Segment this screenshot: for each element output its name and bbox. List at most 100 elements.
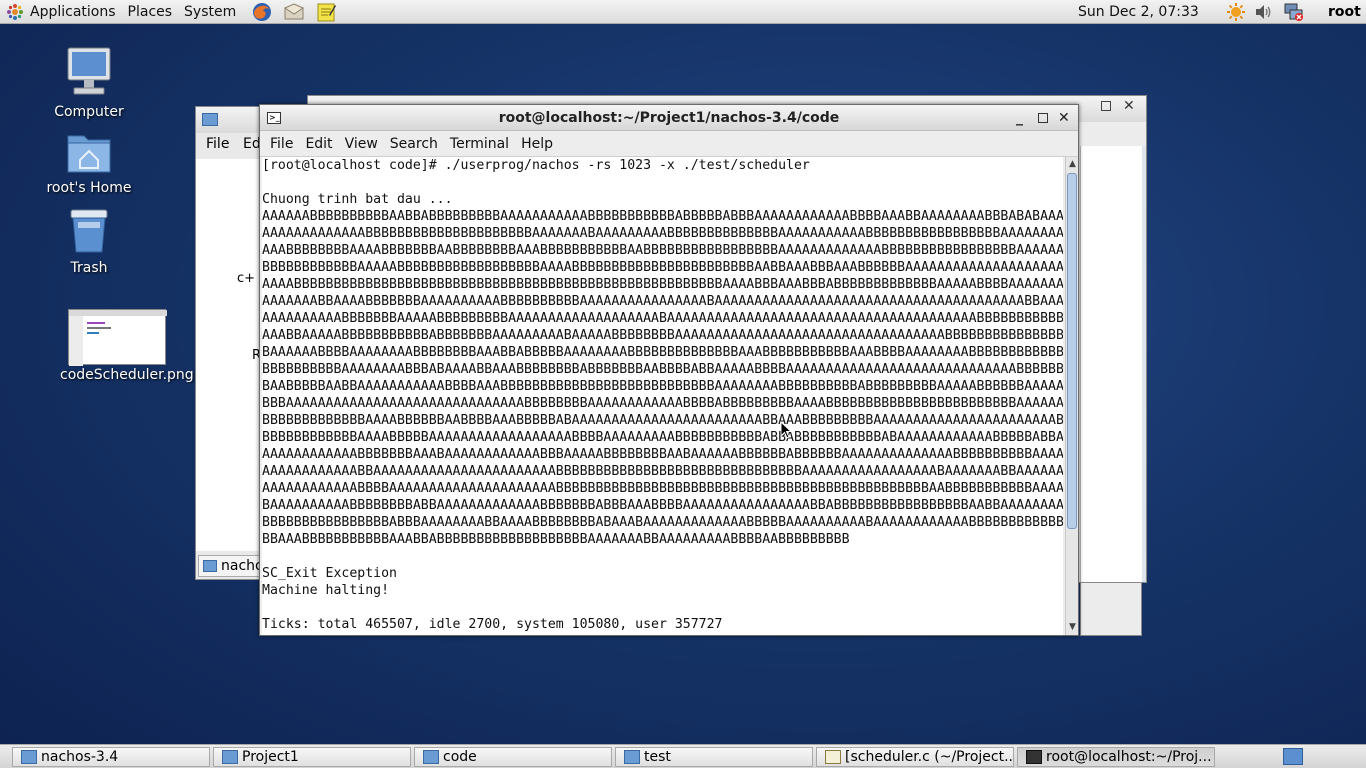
task-project1[interactable]: Project1 [213, 747, 411, 767]
file-manager-window[interactable]: File Ed c+ R nacho [195, 106, 264, 580]
menu-search[interactable]: Search [384, 136, 444, 152]
trash-icon [70, 209, 108, 253]
mail-launcher-icon[interactable] [282, 1, 306, 23]
notes-launcher-icon[interactable] [314, 1, 338, 23]
menu-file[interactable]: File [206, 136, 229, 152]
minimize-icon[interactable]: _ [1016, 105, 1023, 131]
firefox-launcher-icon[interactable] [250, 1, 274, 23]
desktop-icon-computer[interactable]: Computer [34, 46, 144, 120]
terminal-line: BBBBBBBBBBBBBBBBABBBAAAAAAAABBAAAABBBBBB… [262, 515, 1063, 530]
user-name[interactable]: root [1328, 0, 1361, 24]
terminal-window[interactable]: >_ root@localhost:~/Project1/nachos-3.4/… [259, 104, 1079, 636]
terminal-line: AAAAAAAAAAAABBAAAAAAAAAAAAAAAAAAAAAAABBB… [262, 464, 1063, 479]
terminal-line: BBBAAAAAAAAAAAAAAAAAAAAAAAAAAAAAABBBBBBB… [262, 396, 1063, 411]
desktop-icon-label: root's Home [46, 180, 132, 196]
terminal-menubar: File Edit View Search Terminal Help [260, 131, 1078, 157]
close-icon[interactable]: ✕ [1058, 105, 1070, 131]
terminal-line: AAAAAAAAAAAABBBBAAAAAAAAAAAAAAAAAAAAABBB… [262, 481, 1063, 496]
desktop-icon-codescheduler[interactable]: codeScheduler.png [60, 309, 194, 383]
taskbar: nachos-3.4 Project1 code test [scheduler… [0, 744, 1366, 768]
scroll-up-icon[interactable]: ▲ [1067, 157, 1078, 171]
menu-edit[interactable]: Edit [299, 136, 338, 152]
terminal-line: BAAAAAAAAAABBBBBBBBABBAAAAAAAAAAAAABBBBB… [262, 498, 1063, 513]
folder-icon [222, 750, 238, 764]
terminal-line: BBBBBBBBBBBBAAAABBBBBAAAAAAAAAAAAAAAAAAB… [262, 430, 1063, 445]
places-menu[interactable]: Places [122, 0, 179, 24]
task-label: code [443, 749, 477, 765]
task-code[interactable]: code [414, 747, 612, 767]
terminal-line: BAAAAAABBBBAAAAAAAABBBBBBBBAAABBABBBBBAA… [262, 345, 1063, 360]
terminal-line: AAAABBBBBBBBBBBBBBBBBBBBBBBBBBBBBBBBBBBB… [262, 277, 1063, 292]
volume-icon[interactable] [1253, 2, 1273, 22]
terminal-icon: >_ [267, 112, 281, 124]
location-tab[interactable]: nacho [198, 555, 264, 577]
text-editor-icon [825, 750, 841, 764]
task-test[interactable]: test [615, 747, 813, 767]
terminal-line: AAAAAABBBBBBBBBBAABBABBBBBBBBBAAAAAAAAAA… [262, 209, 1063, 224]
terminal-line: AAAAAAAAAAAAABBBBBBBBBBBBBBBBBBBBBAAAAAA… [262, 226, 1063, 241]
terminal-line: AAAAAAABBAAAABBBBBBBAAAAAAAAAABBBBBBBBBB… [262, 294, 1063, 309]
update-sun-icon[interactable] [1226, 2, 1246, 22]
terminal-line: Machine halting! [262, 583, 390, 598]
desktop-icon-trash[interactable]: Trash [34, 208, 144, 276]
folder-icon [624, 750, 640, 764]
close-icon[interactable]: ✕ [1123, 98, 1135, 114]
terminal-line: AAABBAAAAABBBBBBBBBBBABBBBBBBAAAAAAAAABA… [262, 328, 1063, 343]
background-window-bottom-edge [1080, 583, 1142, 636]
task-label: [scheduler.c (~/Project... [845, 749, 1014, 765]
terminal-output[interactable]: [root@localhost code]# ./userprog/nachos… [262, 157, 1063, 635]
folder-icon [203, 560, 217, 572]
desktop-icon-home[interactable]: root's Home [34, 130, 144, 196]
top-panel: Applications Places System Sun Dec 2, 07… [0, 0, 1366, 24]
applications-menu[interactable]: Applications [0, 0, 122, 24]
clock[interactable]: Sun Dec 2, 07:33 [1078, 0, 1199, 24]
bg-text-fragment: c+ [237, 271, 256, 286]
terminal-line: BAABBBBBAABBAAAAAAAAAAABBBBAAABBBBBBBBBB… [262, 379, 1063, 394]
desktop-icon-label: Computer [54, 104, 124, 120]
network-disconnected-icon[interactable] [1283, 2, 1303, 22]
workspace-switcher-icon[interactable] [1283, 748, 1303, 765]
menu-view[interactable]: View [339, 136, 384, 152]
task-scheduler-editor[interactable]: [scheduler.c (~/Project... [816, 747, 1014, 767]
terminal-line: AAAAAAAAAABBBBBBBAAAAABBBBBBBBBAAAAAAAAA… [262, 311, 1063, 326]
window-title: root@localhost:~/Project1/nachos-3.4/cod… [498, 110, 840, 126]
terminal-icon [1026, 750, 1042, 764]
home-folder-icon [67, 135, 111, 173]
menu-terminal[interactable]: Terminal [444, 136, 515, 152]
gnome-foot-icon [6, 3, 24, 21]
task-label: root@localhost:~/Proj... [1046, 749, 1212, 765]
system-menu[interactable]: System [178, 0, 242, 24]
terminal-line: [root@localhost code]# ./userprog/nachos… [262, 158, 810, 173]
folder-icon [423, 750, 439, 764]
maximize-icon[interactable] [1101, 101, 1111, 111]
maximize-icon[interactable] [1038, 113, 1048, 123]
task-nachos[interactable]: nachos-3.4 [12, 747, 210, 767]
system-label: System [184, 3, 237, 20]
terminal-line: AAABBBBBBBBAAAABBBBBBBAABBBBBBBBAAABBBBB… [262, 243, 1063, 258]
terminal-line: BBBBBBBBBBAAAAAAAABBBABAAAABBAAABBBBBBBB… [262, 362, 1063, 377]
folder-icon [21, 750, 37, 764]
scrollbar-thumb[interactable] [1067, 173, 1077, 529]
menu-help[interactable]: Help [515, 136, 559, 152]
mouse-pointer-icon [780, 421, 792, 439]
terminal-line: BBAAABBBBBBBBBBBAAABBABBBBBBBBBBBBBBBBBB… [262, 532, 850, 547]
menu-file[interactable]: File [264, 136, 299, 152]
tab-label: nacho [221, 558, 264, 574]
task-label: Project1 [242, 749, 299, 765]
terminal-line: Ticks: total 465507, idle 2700, system 1… [262, 617, 723, 632]
scrollbar[interactable]: ▲ ▼ [1065, 157, 1078, 635]
task-terminal[interactable]: root@localhost:~/Proj... [1017, 747, 1215, 767]
desktop-icon-label: Trash [70, 260, 108, 276]
task-label: nachos-3.4 [41, 749, 119, 765]
scroll-down-icon[interactable]: ▼ [1067, 620, 1078, 634]
applications-label: Applications [30, 3, 116, 20]
terminal-line: Chuong trinh bat dau ... [262, 192, 453, 207]
terminal-titlebar[interactable]: >_ root@localhost:~/Project1/nachos-3.4/… [260, 105, 1078, 131]
terminal-line: SC_Exit Exception [262, 566, 397, 581]
task-label: test [644, 749, 671, 765]
terminal-line: AAAAAAAAAAAABBBBBBBAAABAAAAAAAAAAAABBBAA… [262, 447, 1063, 462]
folder-icon [202, 113, 218, 126]
